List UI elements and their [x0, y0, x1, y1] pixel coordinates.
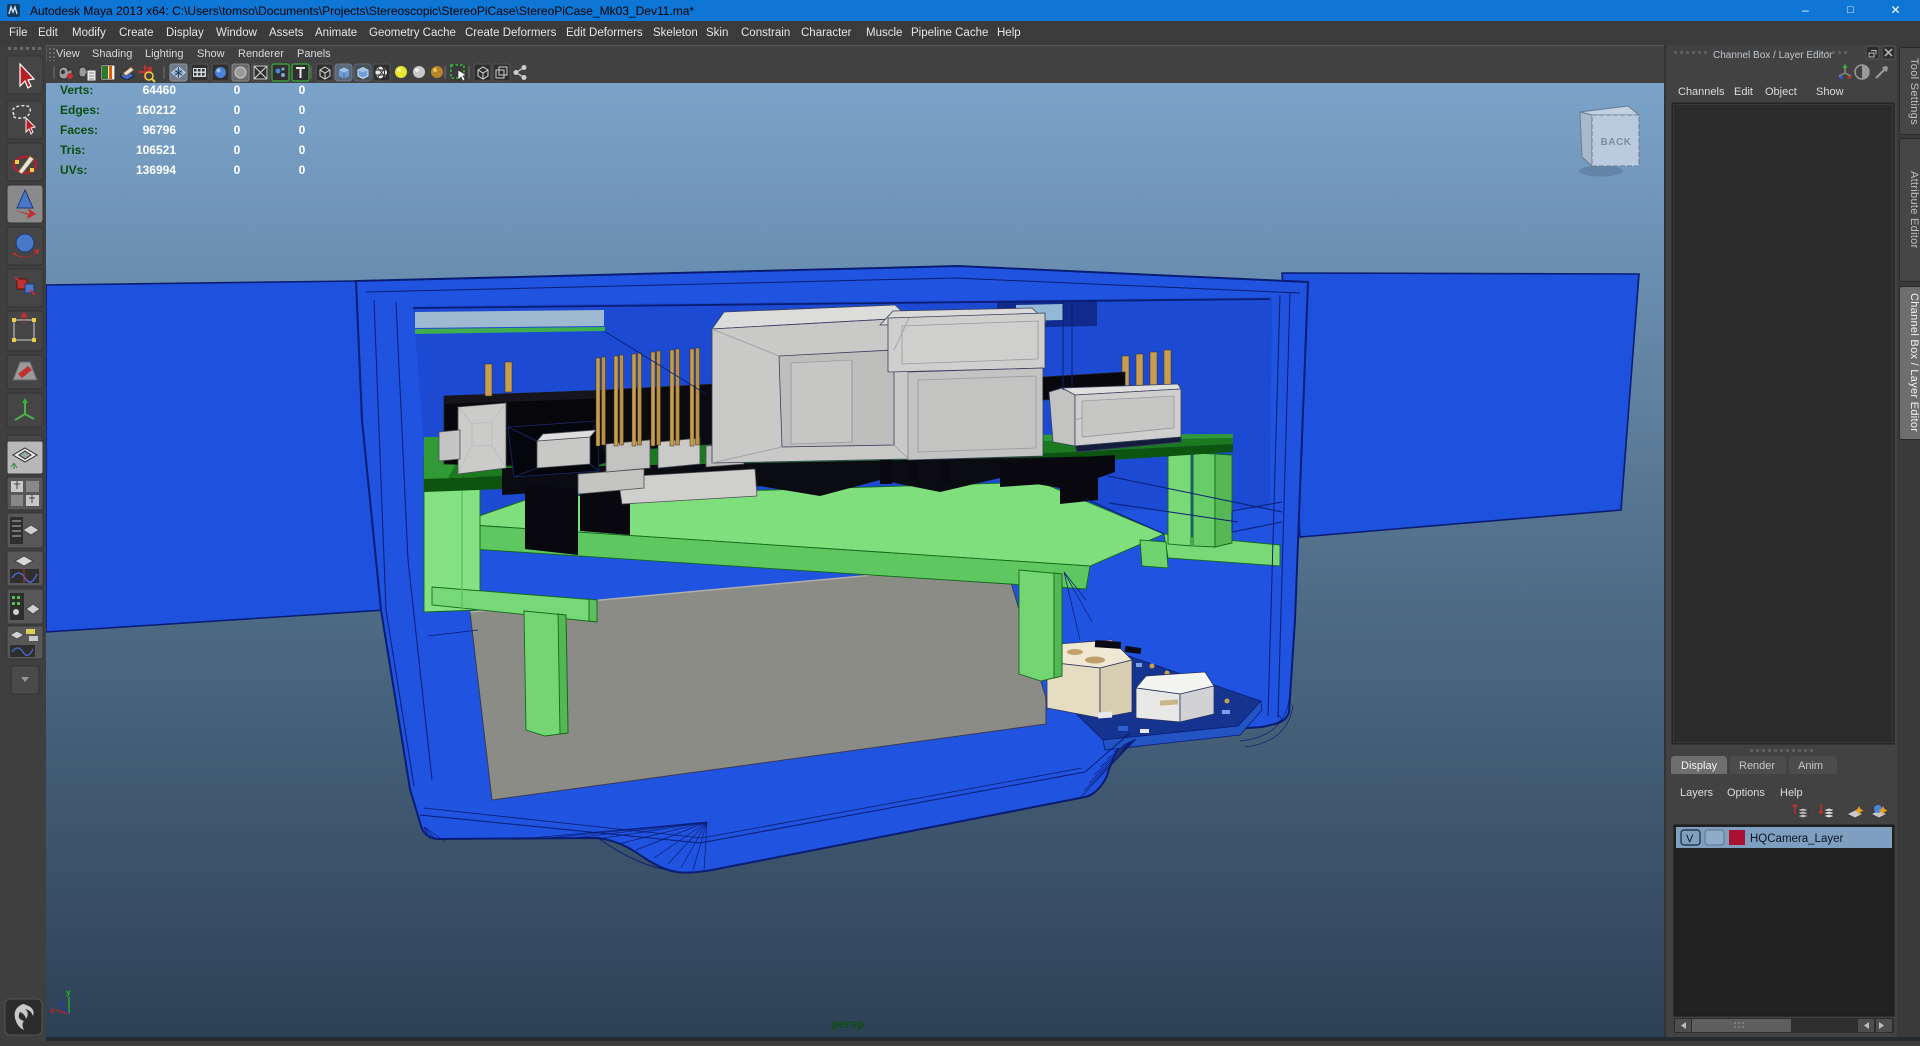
- svg-text:Anim: Anim: [1798, 760, 1823, 772]
- svg-text:HQCamera_Layer: HQCamera_Layer: [1750, 833, 1843, 845]
- svg-text:BACK: BACK: [1601, 137, 1632, 148]
- svg-text:Faces:: Faces:: [60, 123, 98, 137]
- svg-text:Verts:: Verts:: [60, 83, 93, 97]
- svg-text:0: 0: [299, 103, 306, 117]
- svg-text:96796: 96796: [143, 123, 177, 137]
- svg-text:136994: 136994: [136, 163, 176, 177]
- svg-text:0: 0: [299, 123, 306, 137]
- svg-text:persp: persp: [832, 1017, 865, 1031]
- svg-text:0: 0: [299, 163, 306, 177]
- svg-text:Object: Object: [1765, 86, 1797, 98]
- svg-text:Layers: Layers: [1680, 787, 1714, 799]
- svg-text:Edit: Edit: [1734, 86, 1753, 98]
- svg-text:Render: Render: [1739, 760, 1775, 772]
- svg-text:UVs:: UVs:: [60, 163, 87, 177]
- svg-text:V: V: [1686, 833, 1694, 845]
- svg-text:0: 0: [299, 83, 306, 97]
- svg-text:0: 0: [234, 83, 241, 97]
- svg-text:y: y: [66, 987, 71, 997]
- svg-text:106521: 106521: [136, 143, 176, 157]
- svg-text:64460: 64460: [143, 83, 177, 97]
- svg-text:Tris:: Tris:: [60, 143, 85, 157]
- svg-text:Display: Display: [1681, 760, 1718, 772]
- svg-text:0: 0: [234, 163, 241, 177]
- svg-text:Options: Options: [1727, 787, 1765, 799]
- svg-text:0: 0: [299, 143, 306, 157]
- svg-text:Channels: Channels: [1678, 86, 1725, 98]
- svg-text:Help: Help: [1780, 787, 1803, 799]
- svg-text:0: 0: [234, 103, 241, 117]
- svg-text:Channel Box / Layer Editor: Channel Box / Layer Editor: [1713, 50, 1833, 61]
- svg-text:Edges:: Edges:: [60, 103, 100, 117]
- svg-text:160212: 160212: [136, 103, 176, 117]
- svg-text:x: x: [50, 1005, 55, 1015]
- svg-text:0: 0: [234, 143, 241, 157]
- svg-text:0: 0: [234, 123, 241, 137]
- svg-text:z: z: [59, 998, 63, 1008]
- svg-text:Show: Show: [1816, 86, 1844, 98]
